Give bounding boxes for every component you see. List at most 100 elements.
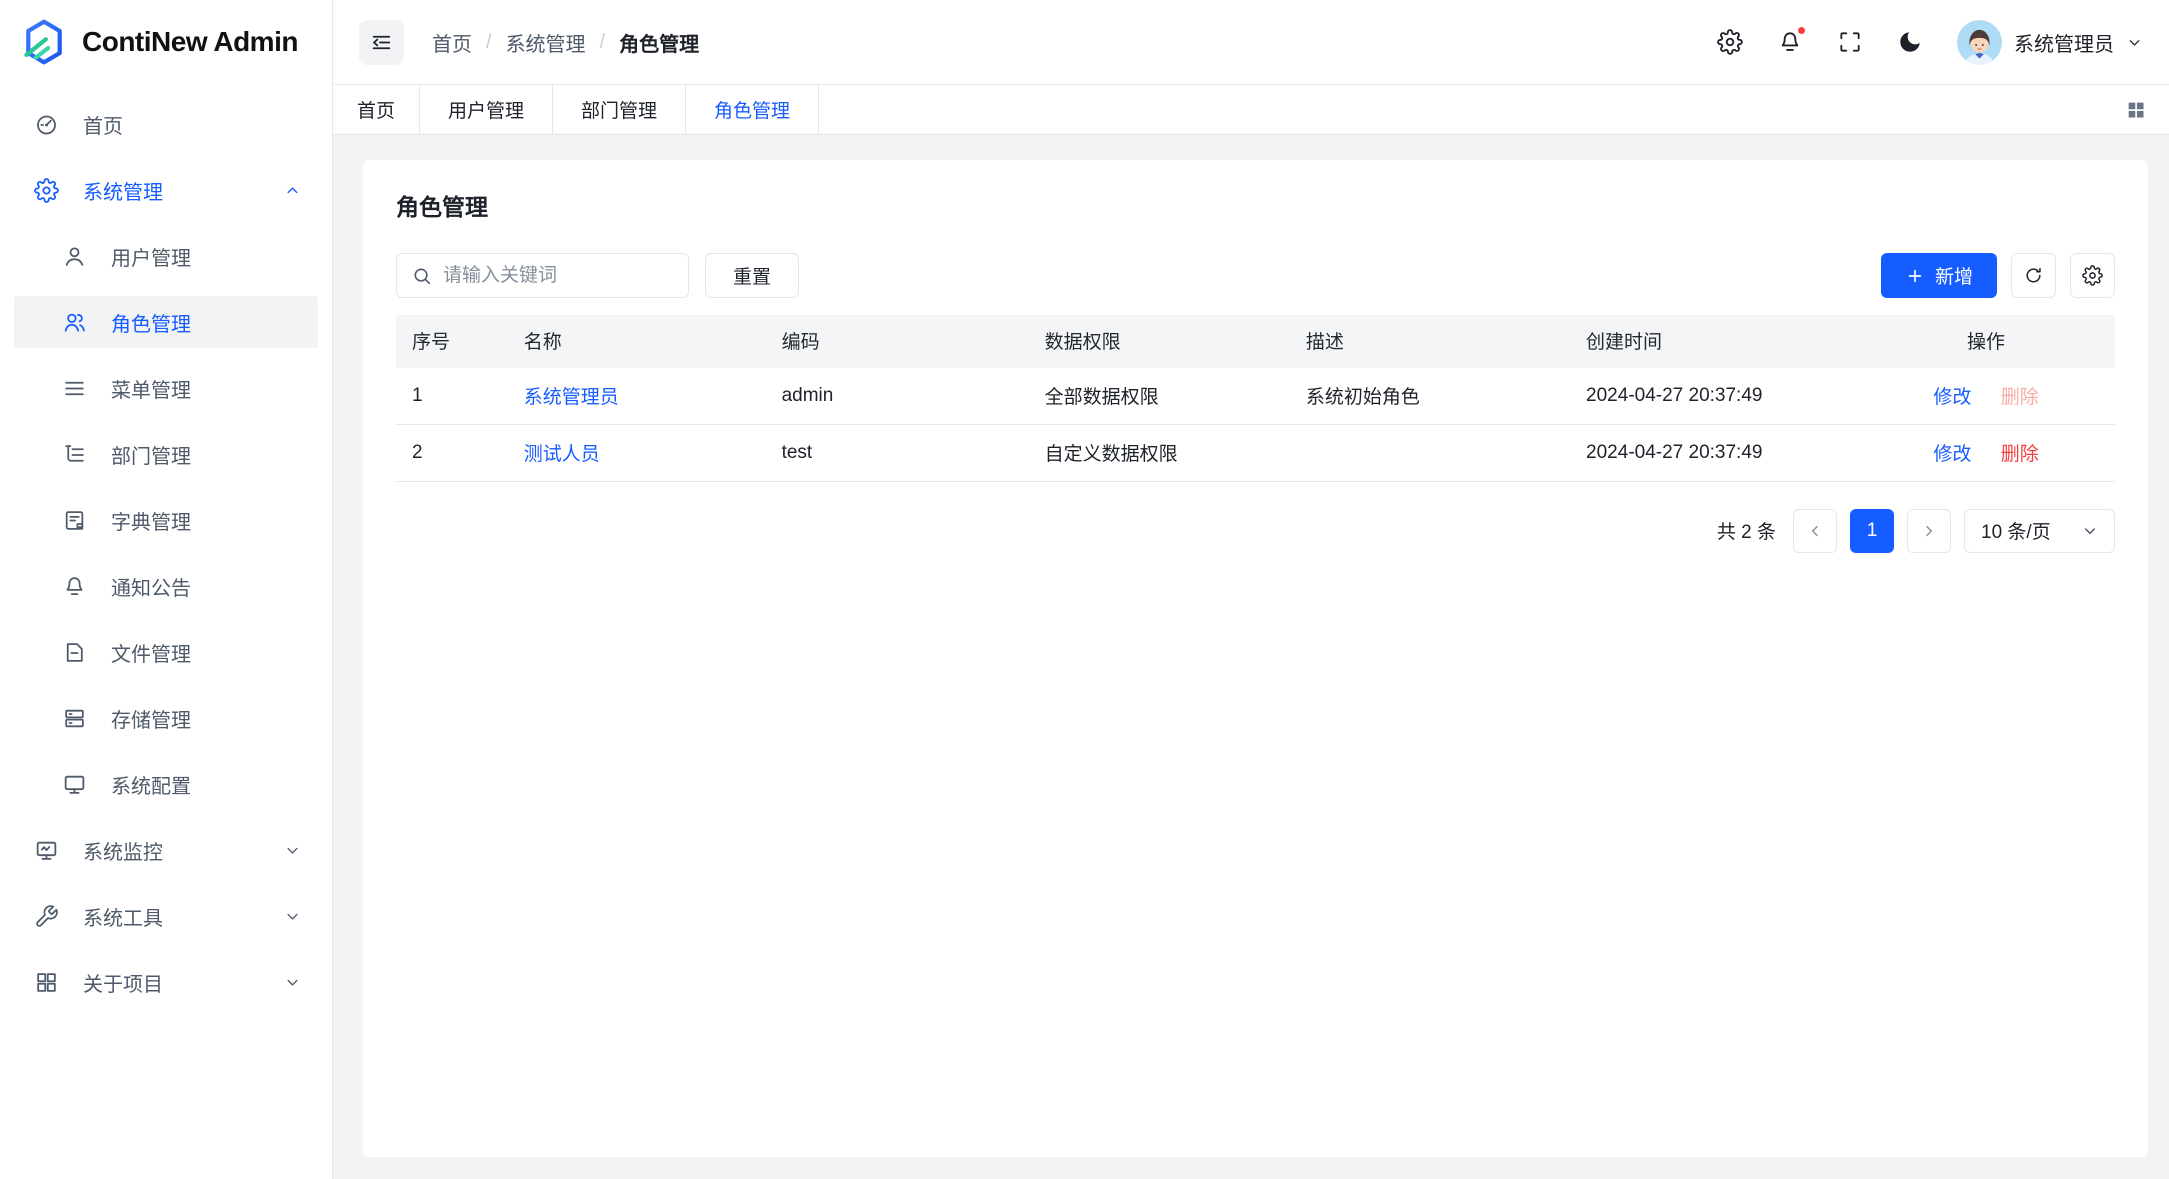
edit-link[interactable]: 修改: [1933, 387, 1971, 408]
gear-icon: [1717, 29, 1743, 55]
tab-home[interactable]: 首页: [333, 85, 420, 134]
cell-created: 2024-04-27 20:37:49: [1570, 424, 1857, 481]
tab-department-management[interactable]: 部门管理: [553, 85, 686, 134]
breadcrumb-item-system-management[interactable]: 系统管理: [506, 28, 586, 57]
tab-user-management[interactable]: 用户管理: [420, 85, 553, 134]
chevron-down-icon: [283, 907, 302, 926]
sidebar-item-department-management[interactable]: 部门管理: [14, 428, 318, 480]
cell-code: test: [766, 424, 1029, 481]
user-menu[interactable]: 系统管理员: [1957, 20, 2143, 65]
app-title: ContiNew Admin: [82, 26, 298, 58]
moon-icon: [1897, 29, 1923, 55]
role-management-card: 角色管理 重置 新增: [363, 160, 2148, 1157]
breadcrumb-item-home[interactable]: 首页: [432, 28, 472, 57]
refresh-icon: [2023, 265, 2044, 286]
refresh-button[interactable]: [2011, 253, 2056, 298]
prev-page-button[interactable]: [1793, 509, 1837, 553]
sidebar-item-label: 系统管理: [83, 176, 283, 205]
menu-lines-icon: [62, 376, 87, 401]
top-bar: 首页 / 系统管理 / 角色管理: [333, 0, 2169, 84]
page-size-value: 10 条/页: [1981, 517, 2051, 544]
main-area: 首页 / 系统管理 / 角色管理: [333, 0, 2169, 1179]
column-header-description: 描述: [1290, 315, 1570, 367]
role-name-link[interactable]: 系统管理员: [524, 387, 619, 408]
grid-icon: [34, 970, 59, 995]
user-icon: [62, 244, 87, 269]
table-row: 1 系统管理员 admin 全部数据权限 系统初始角色 2024-04-27 2…: [396, 367, 2115, 424]
tab-actions-button[interactable]: [2125, 99, 2147, 121]
reset-button[interactable]: 重置: [705, 253, 799, 298]
delete-link[interactable]: 删除: [2001, 444, 2039, 465]
sidebar-item-label: 系统监控: [83, 836, 283, 865]
sidebar-item-label: 关于项目: [83, 968, 283, 997]
cell-description: [1290, 424, 1570, 481]
app-logo[interactable]: ContiNew Admin: [0, 0, 332, 84]
sidebar-item-label: 用户管理: [111, 242, 302, 271]
sidebar-item-system-config[interactable]: 系统配置: [14, 758, 318, 810]
sidebar-item-storage-management[interactable]: 存储管理: [14, 692, 318, 744]
sidebar-item-label: 部门管理: [111, 440, 302, 469]
search-icon: [411, 265, 433, 287]
sidebar-item-label: 系统配置: [111, 770, 302, 799]
sidebar-item-home[interactable]: 首页: [14, 98, 318, 150]
sidebar-item-file-management[interactable]: 文件管理: [14, 626, 318, 678]
user-name: 系统管理员: [2014, 28, 2114, 57]
role-name-link[interactable]: 测试人员: [524, 444, 600, 465]
sidebar-item-label: 文件管理: [111, 638, 302, 667]
column-header-scope: 数据权限: [1029, 315, 1290, 367]
sidebar-item-dictionary-management[interactable]: 字典管理: [14, 494, 318, 546]
sidebar: ContiNew Admin 首页 系统管理: [0, 0, 333, 1179]
sidebar-item-user-management[interactable]: 用户管理: [14, 230, 318, 282]
sidebar-item-label: 系统工具: [83, 902, 283, 931]
tab-label: 用户管理: [448, 96, 524, 123]
chevron-down-icon: [283, 841, 302, 860]
sidebar-item-system-tools[interactable]: 系统工具: [14, 890, 318, 942]
sidebar-item-notice[interactable]: 通知公告: [14, 560, 318, 612]
content-area: 角色管理 重置 新增: [333, 135, 2169, 1179]
search-box: [396, 253, 689, 298]
logo-hexagon-icon: [20, 18, 68, 66]
sidebar-item-role-management[interactable]: 角色管理: [14, 296, 318, 348]
breadcrumb-separator: /: [486, 31, 492, 54]
sidebar-item-system-management[interactable]: 系统管理: [14, 164, 318, 216]
dashboard-icon: [34, 112, 59, 137]
tab-label: 角色管理: [714, 96, 790, 123]
tree-list-icon: [62, 442, 87, 467]
dark-mode-button[interactable]: [1897, 29, 1923, 55]
sidebar-collapse-button[interactable]: [359, 20, 404, 65]
bell-icon: [62, 574, 87, 599]
page-number-button[interactable]: 1: [1850, 509, 1894, 553]
sidebar-item-system-monitor[interactable]: 系统监控: [14, 824, 318, 876]
add-button[interactable]: 新增: [1881, 253, 1997, 298]
cell-scope: 自定义数据权限: [1029, 424, 1290, 481]
book-icon: [62, 508, 87, 533]
tab-bar: 首页 用户管理 部门管理 角色管理: [333, 84, 2169, 135]
chevron-up-icon: [283, 181, 302, 200]
roles-table: 序号 名称 编码 数据权限 描述 创建时间 操作 1 系统管理员: [396, 315, 2115, 482]
toolbar: 重置 新增: [396, 253, 2115, 298]
column-header-operations: 操作: [1857, 315, 2115, 367]
sidebar-item-label: 首页: [83, 110, 302, 139]
settings-button[interactable]: [1717, 29, 1743, 55]
chevron-down-icon: [2082, 523, 2098, 539]
page-title: 角色管理: [396, 188, 2115, 222]
table-header-row: 序号 名称 编码 数据权限 描述 创建时间 操作: [396, 315, 2115, 367]
next-page-button[interactable]: [1907, 509, 1951, 553]
edit-link[interactable]: 修改: [1933, 444, 1971, 465]
notification-button[interactable]: [1777, 29, 1803, 55]
chevron-left-icon: [1807, 523, 1823, 539]
table-settings-button[interactable]: [2070, 253, 2115, 298]
file-icon: [62, 640, 87, 665]
sidebar-item-menu-management[interactable]: 菜单管理: [14, 362, 318, 414]
page-size-select[interactable]: 10 条/页: [1964, 509, 2115, 553]
tab-label: 首页: [357, 96, 395, 123]
sidebar-item-about-project[interactable]: 关于项目: [14, 956, 318, 1008]
menu-fold-icon: [369, 30, 394, 55]
sidebar-menu: 首页 系统管理 用户管理 角色: [0, 84, 332, 1179]
tab-role-management[interactable]: 角色管理: [686, 85, 819, 134]
search-input[interactable]: [443, 265, 688, 287]
fullscreen-button[interactable]: [1837, 29, 1863, 55]
cell-scope: 全部数据权限: [1029, 367, 1290, 424]
gear-icon: [34, 178, 59, 203]
monitor-icon: [62, 772, 87, 797]
